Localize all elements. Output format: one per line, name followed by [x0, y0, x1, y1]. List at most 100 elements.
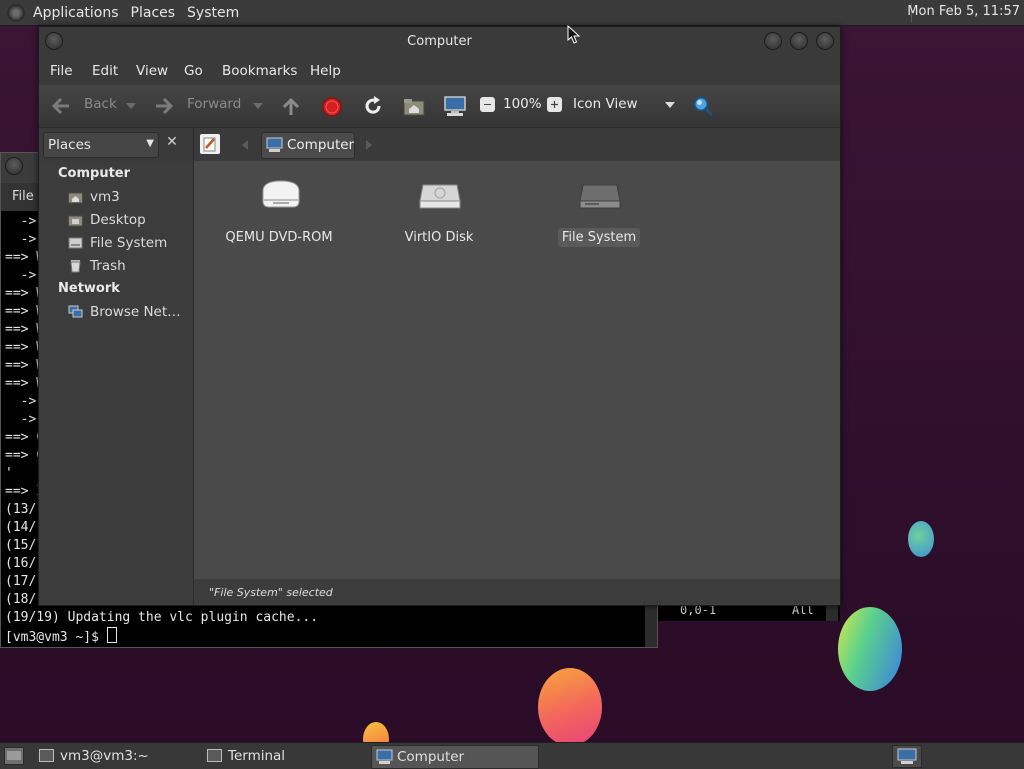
forward-button[interactable]: Forward [152, 91, 262, 121]
forward-label: Forward [187, 96, 242, 112]
status-bar: "File System" selected [194, 579, 840, 605]
sidebar-heading-network: Network [58, 281, 120, 296]
menu-go[interactable]: Go [184, 63, 203, 79]
menu-file[interactable]: File [50, 63, 73, 79]
view-mode-value: Icon View [573, 96, 638, 112]
menu-help[interactable]: Help [310, 63, 341, 79]
terminal-prompt: [vm3@vm3 ~]$ [5, 630, 107, 645]
file-manager-window[interactable]: Computer File Edit View Go Bookmarks Hel… [38, 26, 841, 606]
window-titlebar[interactable]: Computer [39, 27, 840, 57]
top-panel: Applications Places System Mon Feb 5, 11… [0, 0, 1024, 26]
close-sidebar-button[interactable]: ✕ [163, 134, 181, 154]
wallpaper-bubble [908, 521, 934, 557]
file-item-virtio-disk[interactable]: VirtIO Disk [369, 175, 509, 255]
up-arrow-icon[interactable] [280, 95, 302, 117]
distro-logo-icon[interactable] [7, 3, 25, 22]
taskbar-item-label: vm3@vm3:~ [60, 748, 149, 764]
minimize-button[interactable] [764, 32, 782, 50]
path-left-arrow-icon[interactable] [242, 140, 248, 150]
icon-view[interactable]: QEMU DVD-ROM VirtIO Disk File System [194, 161, 840, 579]
file-item-qemu-dvd-rom[interactable]: QEMU DVD-ROM [209, 175, 349, 255]
forward-arrow-icon [156, 97, 174, 115]
home-folder-icon [68, 192, 83, 204]
menubar: File Edit View Go Bookmarks Help [39, 57, 840, 85]
forward-dropdown-icon[interactable] [253, 102, 263, 110]
stop-icon[interactable] [321, 96, 343, 118]
path-label: Computer [287, 137, 355, 153]
zoom-in-icon [551, 101, 558, 108]
show-desktop-button[interactable] [4, 747, 24, 765]
path-right-arrow-icon[interactable] [366, 140, 372, 150]
sidebar-type-value: Places [48, 137, 91, 153]
path-bar: Computer [194, 128, 840, 161]
bottom-panel: vm3@vm3:~ Terminal Computer [0, 742, 1024, 769]
places-menu[interactable]: Places [125, 5, 182, 21]
applications-menu[interactable]: Applications [27, 5, 125, 21]
system-menu[interactable]: System [181, 5, 245, 21]
network-icon [68, 305, 83, 318]
sidebar-item-label: File System [90, 235, 168, 251]
maximize-button[interactable] [790, 32, 808, 50]
sidebar-item-label: Trash [90, 258, 126, 274]
window-title: Computer [407, 34, 472, 49]
view-mode-select[interactable]: Icon View [569, 91, 679, 119]
taskbar-item-terminal-vm3[interactable]: vm3@vm3:~ [35, 745, 195, 767]
terminal-icon [39, 749, 54, 762]
taskbar-item-computer[interactable]: Computer [371, 745, 539, 769]
taskbar-item-label: Terminal [228, 748, 286, 764]
zoom-level[interactable]: 100% [503, 96, 542, 112]
reload-icon[interactable] [362, 95, 384, 117]
drive-icon [68, 237, 83, 249]
sidebar-item-trash[interactable]: Trash [68, 257, 188, 277]
path-button-computer[interactable]: Computer [261, 132, 355, 159]
clock[interactable]: Mon Feb 5, 11:57 [907, 4, 1020, 19]
file-item-label: QEMU DVD-ROM [225, 230, 333, 245]
file-item-file-system[interactable]: File System [529, 175, 669, 255]
back-label: Back [84, 96, 117, 112]
sidebar-item-file-system[interactable]: File System [68, 234, 188, 254]
desktop-folder-icon [68, 215, 83, 227]
computer-icon [266, 137, 283, 152]
terminal-line: (19/19) Updating the vlc plugin cache... [5, 610, 319, 625]
zoom-out-button[interactable] [480, 97, 495, 112]
search-icon[interactable] [692, 95, 714, 117]
edit-location-icon [203, 137, 216, 152]
filesystem-drive-icon [579, 184, 621, 209]
sidebar-header: Places ▼ ✕ [39, 128, 193, 161]
edit-location-button[interactable] [200, 134, 220, 154]
menu-bookmarks[interactable]: Bookmarks [222, 63, 297, 79]
file-item-label: File System [557, 228, 641, 247]
sidebar-item-browse-network[interactable]: Browse Net… [68, 303, 188, 323]
sidebar-item-label: Browse Net… [90, 304, 181, 320]
workspace-switcher[interactable] [892, 745, 922, 768]
workspace-icon [897, 748, 917, 764]
menu-edit[interactable]: Edit [92, 63, 118, 79]
mouse-pointer-icon [567, 25, 581, 44]
back-arrow-icon [51, 97, 69, 115]
terminal-menu-button[interactable] [5, 157, 23, 175]
chevron-down-icon [665, 102, 675, 108]
close-button[interactable] [816, 32, 834, 50]
back-dropdown-icon[interactable] [126, 102, 136, 110]
close-icon: ✕ [166, 134, 178, 150]
optical-drive-icon [262, 180, 300, 208]
places-sidebar: Computer vm3 Desktop File System Trash N… [39, 161, 193, 605]
computer-icon[interactable] [443, 95, 467, 117]
file-item-label: VirtIO Disk [404, 230, 474, 245]
toolbar: Back Forward 100% Icon View [39, 85, 840, 128]
chevron-down-icon: ▼ [146, 138, 154, 149]
wallpaper-bubble [838, 607, 902, 691]
zoom-out-icon [484, 104, 491, 105]
taskbar-item-label: Computer [397, 749, 465, 765]
sidebar-item-label: Desktop [90, 212, 146, 228]
terminal-file-menu[interactable]: File [12, 189, 34, 204]
sidebar-type-select[interactable]: Places ▼ [43, 132, 159, 158]
wallpaper-bubble [538, 668, 602, 746]
home-folder-icon[interactable] [403, 97, 425, 117]
zoom-in-button[interactable] [547, 97, 562, 112]
show-desktop-icon [7, 751, 21, 760]
taskbar-item-terminal[interactable]: Terminal [203, 745, 363, 767]
sidebar-item-desktop[interactable]: Desktop [68, 211, 188, 231]
menu-view[interactable]: View [136, 63, 168, 79]
sidebar-item-vm3[interactable]: vm3 [68, 188, 188, 208]
